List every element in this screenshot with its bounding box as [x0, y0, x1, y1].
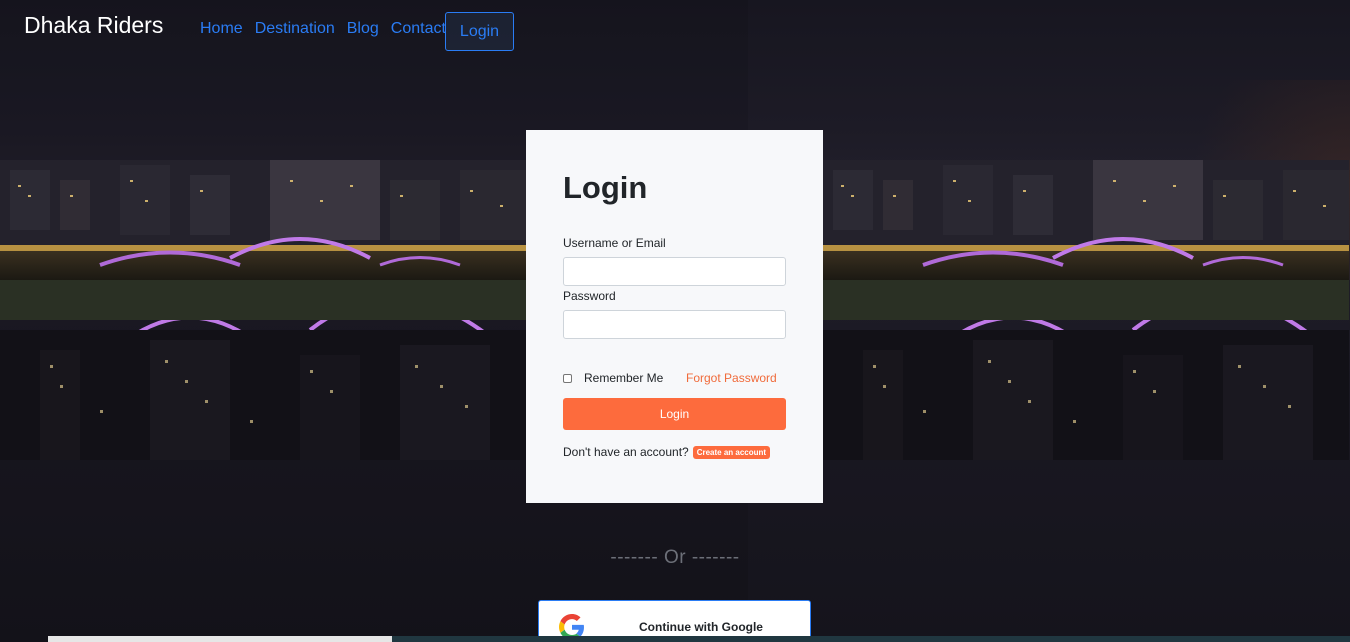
nav-link-contact[interactable]: Contact [391, 20, 446, 38]
nav-link-home[interactable]: Home [200, 20, 243, 38]
create-account-link[interactable]: Create an account [692, 445, 771, 459]
top-navbar: Dhaka Riders Home Destination Blog Conta… [0, 0, 1350, 60]
username-label: Username or Email [563, 236, 666, 250]
remember-me-label: Remember Me [584, 371, 664, 385]
brand-logo-text[interactable]: Dhaka Riders [24, 12, 163, 39]
google-button-label: Continue with Google [639, 620, 763, 634]
password-label: Password [563, 289, 616, 303]
remember-me-checkbox[interactable] [563, 373, 572, 383]
username-input[interactable] [563, 257, 786, 286]
bottom-strip-right [392, 636, 1350, 642]
nav-links: Home Destination Blog Contact [200, 20, 446, 38]
login-title: Login [563, 170, 648, 205]
signup-row: Don't have an account? Create an account [563, 445, 771, 459]
signup-prompt: Don't have an account? [563, 445, 689, 459]
password-input[interactable] [563, 310, 786, 339]
login-submit-button[interactable]: Login [563, 398, 786, 430]
bottom-strip-left [48, 636, 392, 642]
nav-link-destination[interactable]: Destination [255, 20, 335, 38]
nav-link-blog[interactable]: Blog [347, 20, 379, 38]
or-divider: ------- Or ------- [610, 547, 740, 568]
forgot-password-link[interactable]: Forgot Password [686, 371, 777, 385]
remember-me: Remember Me [563, 371, 663, 385]
login-card: Login Username or Email Password Remembe… [526, 130, 823, 503]
nav-login-button[interactable]: Login [445, 12, 514, 51]
